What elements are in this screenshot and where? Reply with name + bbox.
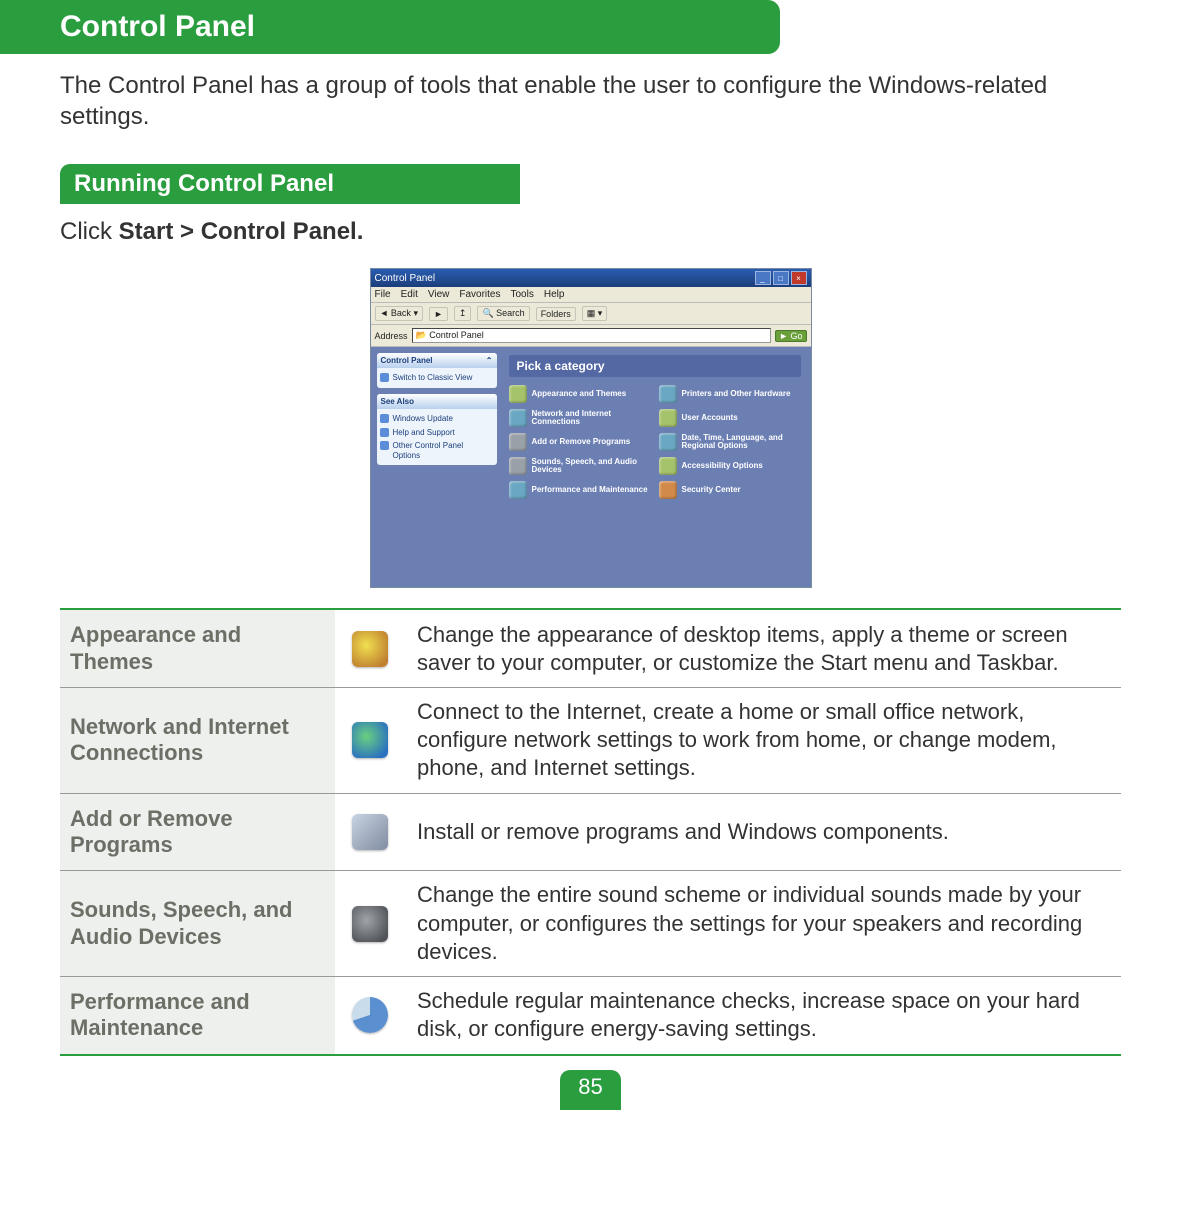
network-connections-icon [352, 722, 388, 758]
side-box-see-also: See Also Windows Update Help and Support… [377, 394, 497, 465]
cat-performance[interactable]: Performance and Maintenance [509, 481, 651, 499]
row-desc: Install or remove programs and Windows c… [405, 808, 1121, 856]
maximize-button[interactable]: □ [773, 271, 789, 285]
sounds-icon [509, 457, 527, 475]
link-windows-update[interactable]: Windows Update [377, 412, 497, 426]
control-panel-body: Control Panel ⌃ Switch to Classic View Se… [371, 347, 811, 587]
table-row: Network and Internet Connections Connect… [60, 688, 1121, 793]
table-row: Performance and Maintenance Schedule reg… [60, 977, 1121, 1054]
security-icon [659, 481, 677, 499]
cat-addremove[interactable]: Add or Remove Programs [509, 433, 651, 451]
menu-bar: File Edit View Favorites Tools Help [371, 287, 811, 303]
pick-category-header: Pick a category [509, 355, 801, 377]
row-icon-cell [335, 871, 405, 975]
link-help-support[interactable]: Help and Support [377, 426, 497, 440]
side-box1-title: Control Panel [381, 356, 433, 365]
menu-help[interactable]: Help [544, 289, 565, 300]
row-title: Performance and Maintenance [60, 977, 335, 1054]
collapse-icon[interactable]: ⌃ [486, 356, 493, 365]
cat-appearance[interactable]: Appearance and Themes [509, 385, 651, 403]
views-button[interactable]: ▦ ▾ [582, 306, 608, 321]
minimize-button[interactable]: _ [755, 271, 771, 285]
row-icon-cell [335, 688, 405, 792]
cat-accessibility[interactable]: Accessibility Options [659, 457, 801, 475]
window-title: Control Panel [375, 273, 436, 284]
sounds-audio-icon [352, 906, 388, 942]
row-desc: Change the appearance of desktop items, … [405, 611, 1121, 687]
menu-edit[interactable]: Edit [401, 289, 418, 300]
cat-sounds[interactable]: Sounds, Speech, and Audio Devices [509, 457, 651, 475]
toolbar: ◄ Back ▾ ► ↥ 🔍 Search Folders ▦ ▾ [371, 303, 811, 325]
appearance-themes-icon [352, 631, 388, 667]
row-title: Sounds, Speech, and Audio Devices [60, 871, 335, 975]
table-row: Sounds, Speech, and Audio Devices Change… [60, 871, 1121, 976]
back-button[interactable]: ◄ Back ▾ [375, 306, 423, 321]
cat-users[interactable]: User Accounts [659, 409, 801, 427]
go-button[interactable]: ► Go [775, 330, 806, 342]
control-panel-window: Control Panel _ □ × File Edit View Favor… [370, 268, 812, 588]
address-label: Address [375, 331, 408, 341]
page-footer: 85 [0, 1070, 1181, 1110]
row-title: Appearance and Themes [60, 610, 335, 687]
row-desc: Schedule regular maintenance checks, inc… [405, 977, 1121, 1053]
row-icon-cell [335, 610, 405, 687]
address-field[interactable]: 📂 Control Panel [412, 328, 772, 343]
up-button[interactable]: ↥ [454, 306, 472, 321]
add-remove-programs-icon [352, 814, 388, 850]
performance-icon [509, 481, 527, 499]
address-bar: Address 📂 Control Panel ► Go [371, 325, 811, 347]
click-prefix: Click [60, 218, 119, 245]
addremove-icon [509, 433, 527, 451]
folders-button[interactable]: Folders [536, 307, 576, 321]
menu-view[interactable]: View [428, 289, 450, 300]
main-panel: Pick a category Appearance and Themes Pr… [503, 347, 811, 587]
switch-classic-view[interactable]: Switch to Classic View [377, 371, 497, 385]
side-panel: Control Panel ⌃ Switch to Classic View Se… [371, 347, 503, 587]
subsection-title: Running Control Panel [60, 164, 520, 204]
row-icon-cell [335, 794, 405, 871]
printers-icon [659, 385, 677, 403]
link-other-options[interactable]: Other Control Panel Options [377, 439, 497, 462]
cat-security[interactable]: Security Center [659, 481, 801, 499]
network-icon [509, 409, 527, 427]
search-button[interactable]: 🔍 Search [477, 306, 529, 321]
performance-maintenance-icon [352, 997, 388, 1033]
cat-network[interactable]: Network and Internet Connections [509, 409, 651, 427]
close-button[interactable]: × [791, 271, 807, 285]
menu-file[interactable]: File [375, 289, 391, 300]
category-grid: Appearance and Themes Printers and Other… [509, 385, 801, 499]
intro-text: The Control Panel has a group of tools t… [0, 54, 1181, 140]
category-table: Appearance and Themes Change the appeara… [60, 608, 1121, 1055]
cat-datetime[interactable]: Date, Time, Language, and Regional Optio… [659, 433, 801, 451]
table-row: Appearance and Themes Change the appeara… [60, 610, 1121, 688]
section-title: Control Panel [0, 0, 780, 54]
click-instruction: Click Start > Control Panel. [0, 214, 1181, 258]
appearance-icon [509, 385, 527, 403]
side-box2-title: See Also [381, 397, 415, 406]
table-row: Add or Remove Programs Install or remove… [60, 794, 1121, 872]
click-path: Start > Control Panel. [119, 218, 364, 245]
side-box-control-panel: Control Panel ⌃ Switch to Classic View [377, 353, 497, 388]
row-icon-cell [335, 977, 405, 1054]
window-titlebar: Control Panel _ □ × [371, 269, 811, 287]
users-icon [659, 409, 677, 427]
page-number: 85 [560, 1070, 620, 1110]
cat-printers[interactable]: Printers and Other Hardware [659, 385, 801, 403]
row-title: Add or Remove Programs [60, 794, 335, 871]
screenshot-container: Control Panel _ □ × File Edit View Favor… [0, 258, 1181, 608]
row-desc: Connect to the Internet, create a home o… [405, 688, 1121, 792]
menu-tools[interactable]: Tools [510, 289, 533, 300]
datetime-icon [659, 433, 677, 451]
menu-favorites[interactable]: Favorites [459, 289, 500, 300]
row-desc: Change the entire sound scheme or indivi… [405, 871, 1121, 975]
row-title: Network and Internet Connections [60, 688, 335, 792]
accessibility-icon [659, 457, 677, 475]
forward-button[interactable]: ► [429, 307, 448, 321]
